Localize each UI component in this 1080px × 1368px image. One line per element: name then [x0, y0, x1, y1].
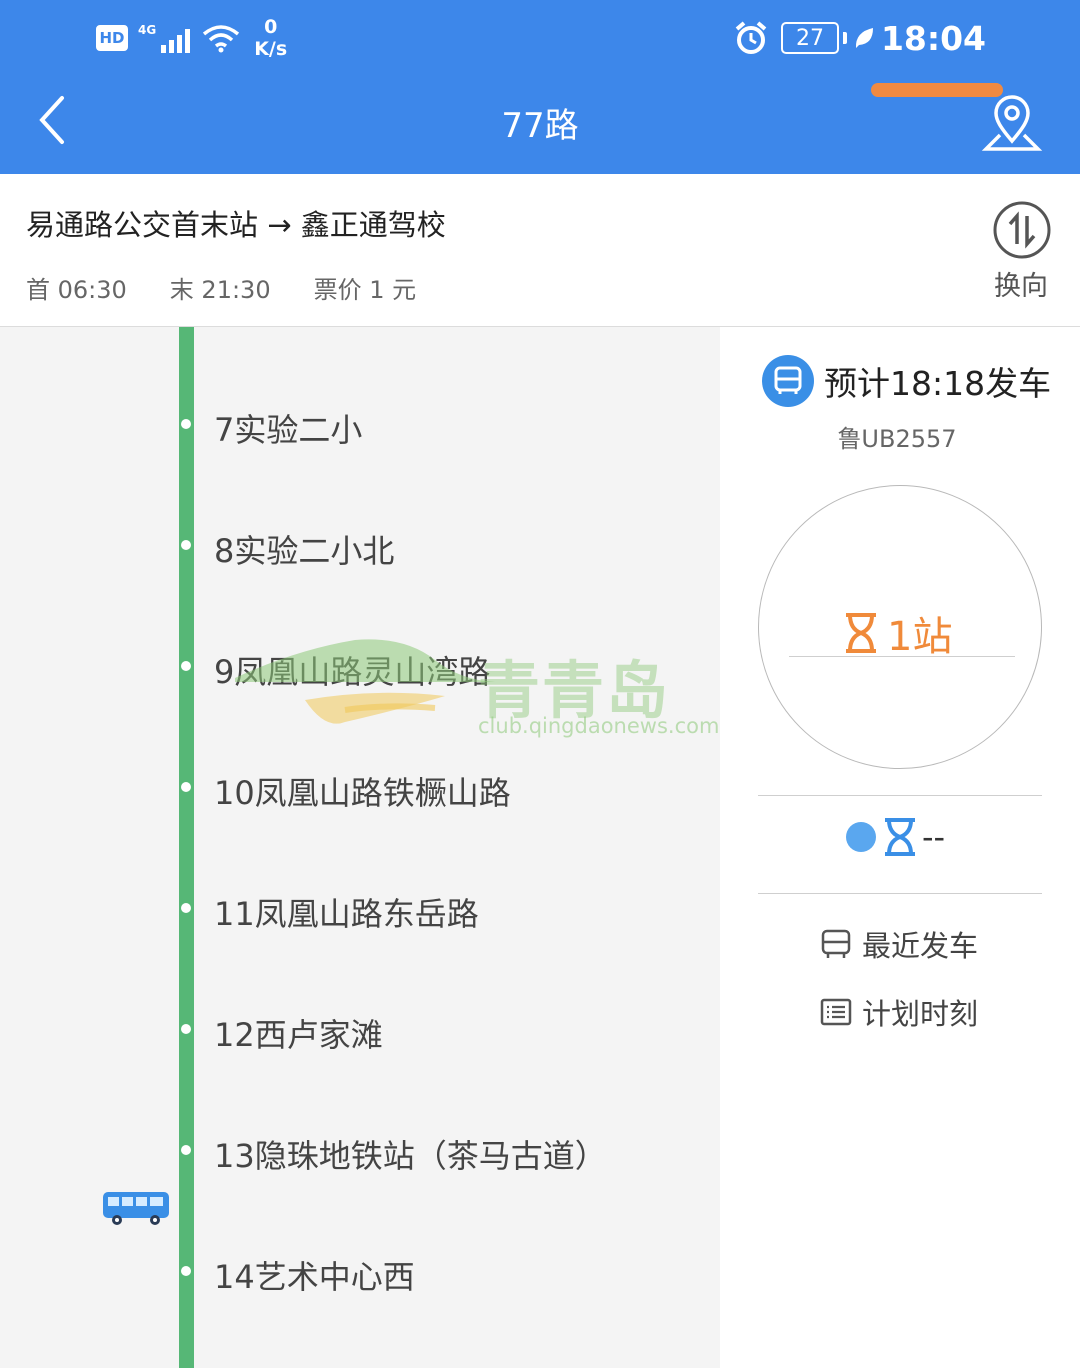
- status-bar-left: HD 4G 0 K/s: [96, 14, 287, 62]
- stop-dot: [181, 903, 191, 913]
- stop-item[interactable]: 11凤凰山路东岳路: [0, 879, 720, 939]
- stop-dot: [181, 661, 191, 671]
- network-type: 4G: [138, 23, 157, 37]
- stops-away-circle: 1站: [758, 485, 1042, 769]
- stop-item[interactable]: 7实验二小: [0, 395, 720, 455]
- cell-signal-icon: 4G: [138, 23, 191, 53]
- stop-item[interactable]: 13隐珠地铁站（茶马古道）: [0, 1121, 720, 1181]
- stop-dot: [181, 1145, 191, 1155]
- list-icon: [820, 998, 852, 1026]
- fare: 票价 1 元: [313, 276, 417, 304]
- stop-dot: [181, 1024, 191, 1034]
- stop-item[interactable]: 10凤凰山路铁橛山路: [0, 758, 720, 818]
- battery-cap: [842, 32, 847, 44]
- stop-name: 14艺术中心西: [214, 1258, 415, 1296]
- app-header: HD 4G 0 K/s 27 18:04 77路: [0, 0, 1080, 174]
- speed-value: 0: [264, 16, 278, 38]
- last-bus-time: 末 21:30: [169, 276, 271, 304]
- stop-dot: [181, 1266, 191, 1276]
- blue-dot-icon: [846, 822, 876, 852]
- first-bus-time: 首 06:30: [26, 276, 127, 304]
- swap-direction-icon[interactable]: [992, 200, 1052, 260]
- stop-item[interactable]: 14艺术中心西: [0, 1242, 720, 1302]
- arrival-panel: 预计18:18发车 鲁UB2557 1站 -- 最近发车 计划时刻: [720, 327, 1080, 1368]
- page-title: 77路: [501, 106, 579, 146]
- route-line: [179, 327, 194, 1368]
- stop-name: 7实验二小: [214, 411, 363, 449]
- recent-departure-button[interactable]: 最近发车: [820, 923, 978, 965]
- next-bus-value: --: [922, 818, 946, 856]
- clock: 18:04: [880, 18, 986, 58]
- alarm-icon: [735, 21, 767, 54]
- stop-name: 10凤凰山路铁橛山路: [214, 774, 511, 812]
- stop-dot: [181, 419, 191, 429]
- stop-name: 8实验二小北: [214, 532, 395, 570]
- stops-away-value: 1站: [843, 604, 952, 662]
- next-bus-row: --: [846, 817, 945, 857]
- hourglass-icon: [846, 613, 876, 653]
- stop-dot: [181, 540, 191, 550]
- route-info: 易通路公交首末站 → 鑫正通驾校 首 06:30 末 21:30 票价 1 元 …: [0, 174, 1080, 327]
- wifi-icon: [203, 25, 240, 53]
- bus-plate: 鲁UB2557: [837, 425, 957, 453]
- status-bar-right: 27 18:04: [733, 14, 986, 62]
- battery-icon: 27: [780, 22, 839, 54]
- schedule-label: 计划时刻: [862, 997, 979, 1031]
- hourglass-icon: [885, 818, 915, 856]
- stop-name: 13隐珠地铁站（茶马古道）: [214, 1137, 607, 1175]
- bus-outline-icon: [821, 929, 851, 958]
- bus-position-icon[interactable]: [102, 1189, 170, 1227]
- schedule-button[interactable]: 计划时刻: [820, 991, 978, 1033]
- bus-circle-icon: [762, 355, 814, 407]
- recent-departure-label: 最近发车: [862, 929, 979, 963]
- stop-name: 12西卢家滩: [214, 1016, 383, 1054]
- speed-unit: K/s: [254, 38, 288, 60]
- stop-list[interactable]: 7实验二小 8实验二小北 9凤凰山路灵山湾路 10凤凰山路铁橛山路 11凤凰山路…: [0, 327, 720, 1368]
- stop-name: 9凤凰山路灵山湾路: [214, 653, 491, 691]
- route-meta: 首 06:30 末 21:30 票价 1 元: [26, 270, 459, 305]
- divider: [758, 893, 1042, 894]
- stop-name: 11凤凰山路东岳路: [214, 895, 479, 933]
- stops-away-text: 1站: [887, 614, 953, 660]
- divider: [758, 795, 1042, 796]
- battery-level: 27: [795, 25, 824, 51]
- stop-dot: [181, 782, 191, 792]
- stop-item[interactable]: 8实验二小北: [0, 516, 720, 576]
- swap-direction-button[interactable]: 换向: [994, 264, 1048, 303]
- eta-text: 预计18:18发车: [824, 364, 1052, 403]
- stop-item[interactable]: 12西卢家滩: [0, 1000, 720, 1060]
- watermark-url: club.qingdaonews.com: [478, 714, 720, 738]
- network-speed: 0 K/s: [254, 16, 287, 60]
- location-pin-icon[interactable]: [980, 95, 1044, 153]
- hd-badge: HD: [96, 25, 128, 51]
- circle-divider: [789, 656, 1015, 657]
- route-direction: 易通路公交首末站 → 鑫正通驾校: [26, 208, 446, 242]
- leaf-icon: [855, 28, 873, 48]
